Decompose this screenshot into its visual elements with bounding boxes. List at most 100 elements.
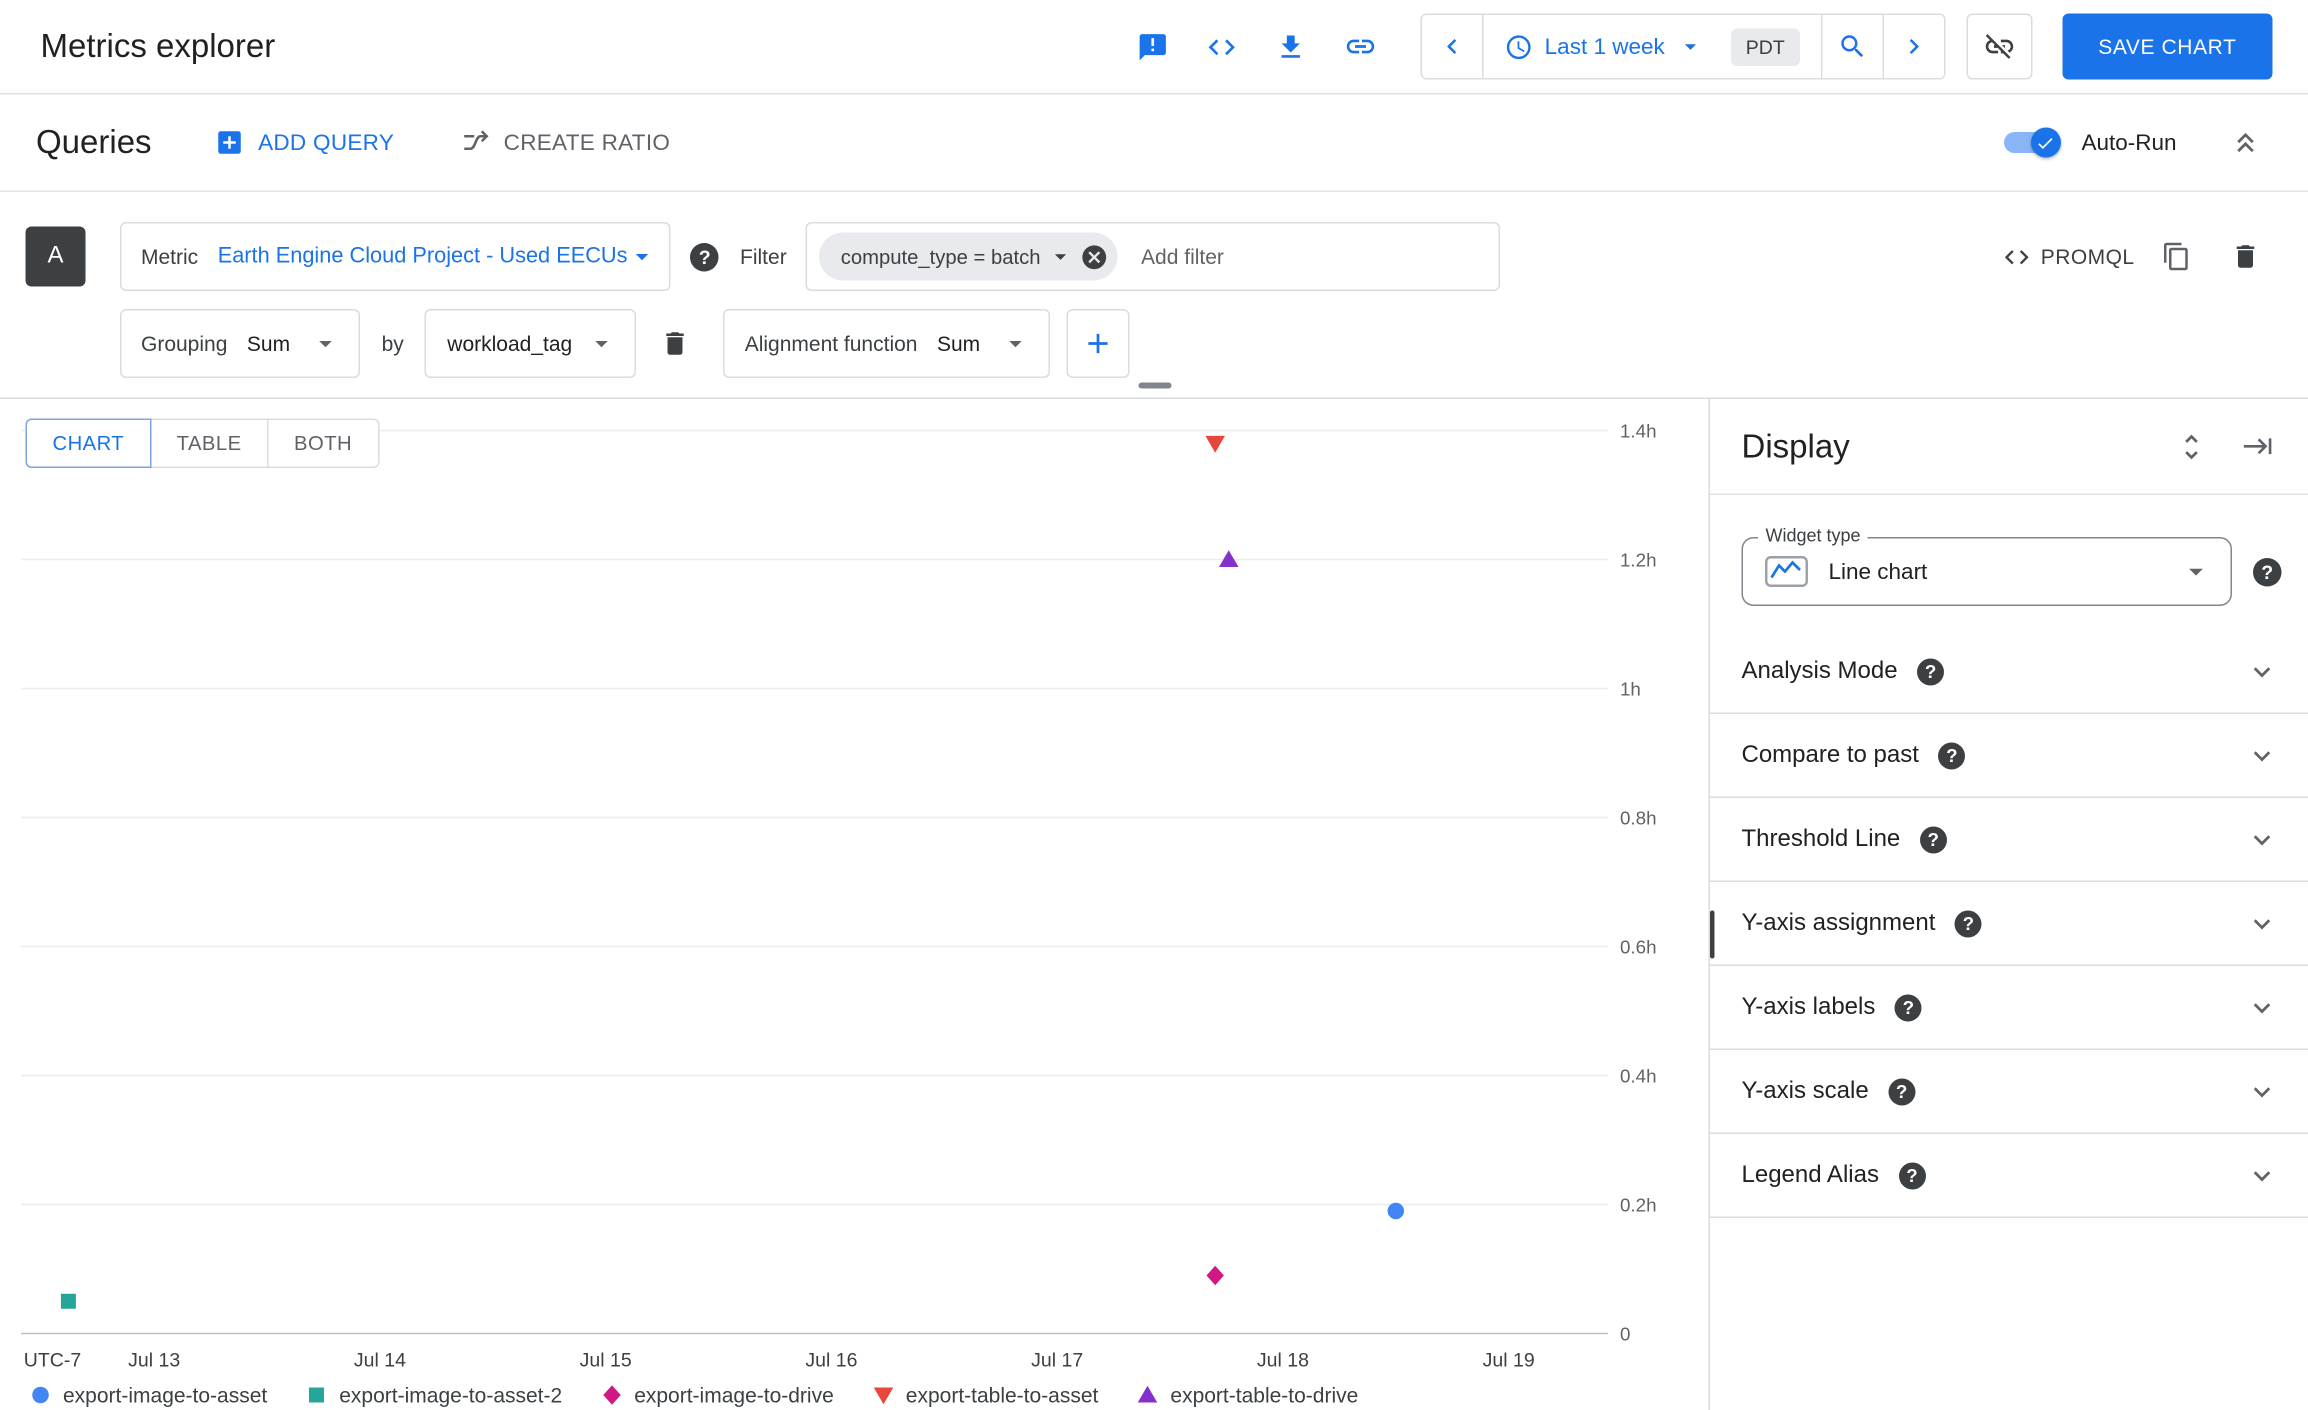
add-query-button[interactable]: ADD QUERY [215,128,395,158]
display-section-threshold-line[interactable]: Threshold Line ? [1710,798,2308,882]
group-by-value: workload_tag [447,331,573,356]
widget-type-selector[interactable]: Widget type Line chart [1741,525,2232,606]
chevron-down-icon [595,341,609,348]
search-icon [1840,35,1863,58]
display-sections: Analysis Mode ? Compare to past ? Thresh… [1710,630,2308,1218]
svg-text:0.2h: 0.2h [1620,1194,1657,1215]
double-chevron-up-icon [2237,132,2254,153]
delete-grouping-button[interactable] [649,317,703,371]
chevron-right-icon [1909,39,1919,54]
display-section-analysis-mode[interactable]: Analysis Mode ? [1710,630,2308,714]
time-forward-button[interactable] [1883,15,1944,78]
svg-text:1h: 1h [1620,678,1641,699]
page-title: Metrics explorer [40,27,276,65]
add-step-button[interactable] [1067,309,1131,378]
display-panel: Display Widget type Line chart ? Analysi… [1708,399,2308,1410]
legend-item[interactable]: export-table-to-asset [873,1383,1098,1407]
clock-icon [1506,34,1531,59]
chevron-down-icon [2253,918,2271,929]
remove-filter-icon[interactable] [1080,242,1109,271]
collapse-queries-button[interactable] [2219,116,2273,170]
alignment-value: Sum [936,331,981,356]
link-icon [1346,39,1374,54]
download-button[interactable] [1264,20,1318,74]
delete-query-button[interactable] [2219,230,2273,284]
legend-item[interactable]: export-image-to-drive [601,1383,834,1407]
chevron-down-icon [2253,834,2271,845]
time-range-label: Last 1 week [1544,33,1665,60]
svg-text:0: 0 [1620,1323,1630,1344]
resize-handle[interactable] [1137,382,1171,389]
widget-type-help-icon[interactable]: ? [2253,557,2282,586]
chart-pane: CHART TABLE BOTH 1.4h 1.2h 1h 0.8h 0.6h 0.4h 0… [0,399,1709,1410]
legend-label: export-table-to-drive [1170,1383,1359,1407]
chevron-down-icon [1684,44,1696,50]
filter-chip[interactable]: compute_type = batch [819,232,1118,281]
legend-item[interactable]: export-image-to-asset-2 [306,1383,562,1407]
promql-button[interactable]: PROMQL [2002,242,2135,271]
display-header-icons [2171,425,2279,467]
grouping-selector[interactable]: Grouping Sum [120,309,361,378]
help-icon[interactable]: ? [1919,825,1947,853]
display-section-y-axis-assignment[interactable]: Y-axis assignment ? [1710,882,2308,966]
legend-label: export-image-to-drive [634,1383,834,1407]
chevron-down-icon [2253,1002,2271,1013]
tab-chart[interactable]: CHART [25,418,152,468]
code-button[interactable] [1195,20,1249,74]
query-builder: A Metric Earth Engine Cloud Project - Us… [0,192,2308,399]
display-section-compare-to-past[interactable]: Compare to past ? [1710,714,2308,798]
metric-selector[interactable]: Metric Earth Engine Cloud Project - Used… [120,222,672,291]
grouping-label: Grouping [141,331,228,356]
unlink-button[interactable] [1966,13,2033,80]
tab-table[interactable]: TABLE [149,418,269,468]
link-button[interactable] [1333,20,1387,74]
help-icon[interactable]: ? [1917,657,1945,685]
legend-item[interactable]: export-table-to-drive [1137,1383,1358,1407]
create-ratio-button[interactable]: CREATE RATIO [460,128,670,158]
legend-label: export-image-to-asset-2 [339,1383,563,1407]
panel-scrollbar[interactable] [1710,910,1715,959]
chart-legend: export-image-to-asset export-image-to-ass… [30,1383,1358,1407]
tab-both[interactable]: BOTH [267,418,380,468]
time-zoom-button[interactable] [1822,15,1884,78]
metrics-explorer-app: Metrics explorer Last 1 week PDT SAVE CH… [0,0,2308,1410]
legend-item[interactable]: export-image-to-asset [30,1383,267,1407]
auto-run-toggle[interactable] [2000,126,2061,159]
help-icon[interactable]: ? [1888,1077,1916,1105]
display-section-y-axis-scale[interactable]: Y-axis scale ? [1710,1050,2308,1134]
promql-label: PROMQL [2040,244,2135,269]
expand-all-button[interactable] [2171,425,2213,467]
alignment-function-selector[interactable]: Alignment function Sum [723,309,1051,378]
feedback-button[interactable] [1126,20,1180,74]
chevron-down-icon [1009,341,1023,348]
by-label: by [381,331,404,356]
help-icon[interactable]: ? [1954,909,1982,937]
metric-help-icon[interactable]: ? [690,242,720,271]
display-section-y-axis-labels[interactable]: Y-axis labels ? [1710,966,2308,1050]
svg-text:1.4h: 1.4h [1620,420,1657,441]
svg-text:UTC-7: UTC-7 [24,1350,81,1372]
duplicate-query-button[interactable] [2150,230,2204,284]
display-section-legend-alias[interactable]: Legend Alias ? [1710,1134,2308,1218]
help-icon[interactable]: ? [1938,741,1966,769]
metric-label: Metric [141,244,199,269]
time-range-selector[interactable]: Last 1 week PDT [1483,15,1823,78]
help-icon[interactable]: ? [1894,993,1922,1021]
help-icon[interactable]: ? [1898,1161,1926,1189]
group-by-selector[interactable]: workload_tag [424,309,637,378]
queries-bar: Queries ADD QUERY CREATE RATIO Auto-Run [0,95,2308,192]
top-bar-actions: Last 1 week PDT SAVE CHART [1126,13,2273,80]
collapse-panel-button[interactable] [2237,425,2279,467]
chevron-down-icon [2189,568,2203,576]
chevron-down-icon [2253,1170,2271,1181]
svg-text:Jul 17: Jul 17 [1031,1350,1083,1372]
chevron-left-icon [1446,39,1456,54]
link-off-icon [1985,34,2013,59]
time-back-button[interactable] [1421,15,1484,78]
add-filter-input[interactable] [1141,244,1352,269]
save-chart-button[interactable]: SAVE CHART [2062,13,2273,80]
tab-right-icon [2243,438,2271,455]
queries-bar-right: Auto-Run [2000,116,2272,170]
display-header: Display [1710,399,2308,495]
svg-text:0.6h: 0.6h [1620,936,1657,957]
